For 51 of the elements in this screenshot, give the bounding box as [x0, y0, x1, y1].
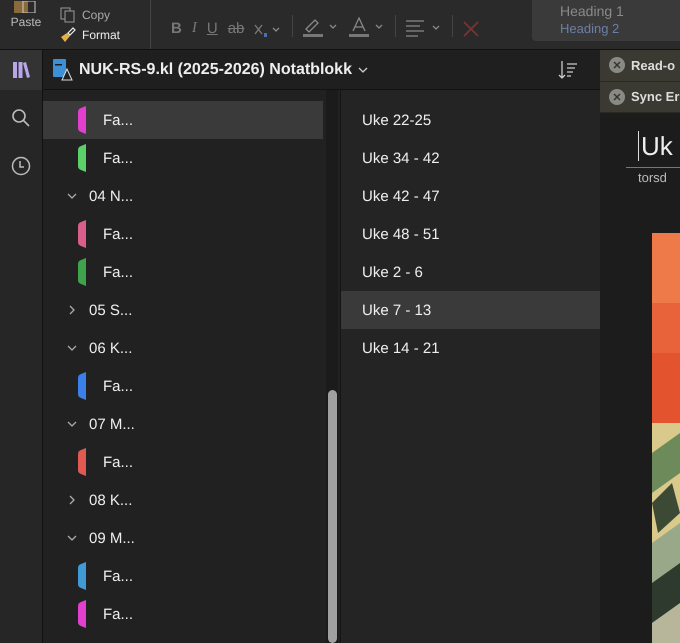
chevron-down-icon [67, 421, 77, 427]
font-color-icon[interactable] [349, 17, 386, 37]
page-item[interactable]: Uke 42 - 47 [341, 177, 600, 215]
close-icon[interactable] [609, 88, 625, 105]
section-group[interactable]: 09 M... [43, 519, 323, 557]
chevron-down-icon[interactable] [358, 66, 368, 72]
clock-icon [11, 156, 31, 176]
chevron-down-icon [67, 345, 77, 351]
section-item[interactable]: Fa... [43, 595, 323, 633]
close-icon[interactable] [609, 57, 625, 74]
page-item[interactable]: Uke 22-25 [341, 101, 600, 139]
section-item[interactable]: Fa... [43, 367, 323, 405]
search-icon [11, 108, 31, 128]
chevron-right-icon [69, 495, 75, 505]
section-item[interactable]: Fa... [43, 253, 323, 291]
sort-icon[interactable] [558, 60, 578, 80]
notification-text: Read-o [631, 58, 676, 73]
section-item[interactable]: Fa... [43, 101, 323, 139]
page-item[interactable]: Uke 2 - 6 [341, 253, 600, 291]
paintbrush-icon [60, 26, 76, 42]
align-icon[interactable] [406, 19, 442, 37]
page-title[interactable]: Uk [638, 131, 680, 161]
section-group[interactable]: 08 K... [43, 481, 323, 519]
section-group[interactable]: 05 S... [43, 291, 323, 329]
notification-text: Sync Er [631, 89, 680, 104]
section-group[interactable]: 06 K... [43, 329, 323, 367]
page-date: torsd [638, 170, 668, 185]
page-item[interactable]: Uke 34 - 42 [341, 139, 600, 177]
page-item[interactable]: Uke 14 - 21 [341, 329, 600, 367]
copy-button[interactable]: Copy [60, 6, 136, 22]
highlighter-icon[interactable] [303, 17, 340, 37]
chevron-down-icon [67, 193, 77, 199]
clipboard-icon [14, 1, 38, 13]
library-icon [12, 61, 30, 79]
section-group[interactable]: 07 M... [43, 405, 323, 443]
format-painter-button[interactable]: Format [60, 26, 136, 42]
section-group[interactable]: 04 N... [43, 177, 323, 215]
scrollbar-thumb[interactable] [328, 390, 337, 643]
copy-icon [60, 6, 76, 22]
section-item[interactable]: Fa... [43, 215, 323, 253]
section-item[interactable]: Fa... [43, 443, 323, 481]
paste-button[interactable]: Paste [0, 0, 52, 49]
notebook-warning-icon [53, 58, 73, 80]
section-item[interactable]: Fa... [43, 139, 323, 177]
section-item[interactable]: Fa... [43, 557, 323, 595]
chevron-right-icon [69, 305, 75, 315]
chevron-down-icon [67, 535, 77, 541]
subscript-icon[interactable] [254, 23, 282, 37]
page-item[interactable]: Uke 48 - 51 [341, 215, 600, 253]
page-item[interactable]: Uke 7 - 13 [341, 291, 600, 329]
notebook-title[interactable]: NUK-RS-9.kl (2025-2026) Notatblokk [79, 60, 352, 78]
